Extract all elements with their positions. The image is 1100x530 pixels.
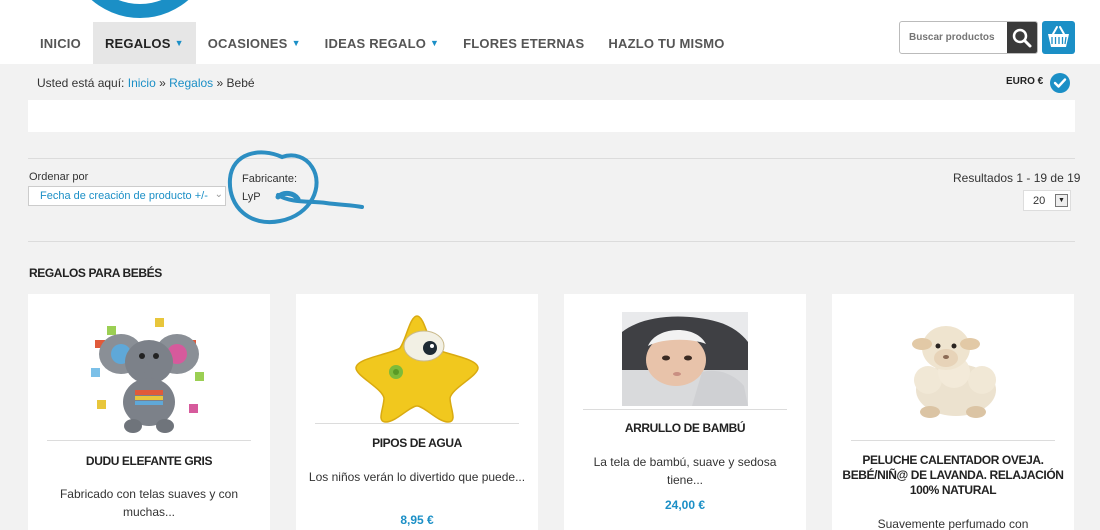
- product-description: La tela de bambú, suave y sedosa tiene..…: [593, 455, 777, 487]
- search-button[interactable]: [1007, 22, 1037, 53]
- annotation-circle: [227, 150, 364, 225]
- nav-label: REGALOS: [104, 35, 171, 51]
- product-card[interactable]: PELUCHE CALENTADOR OVEJA. BEBÉ/NIÑ@ DE L…: [832, 294, 1074, 530]
- product-description: Los niños verán lo divertido que puede..…: [308, 470, 526, 484]
- sheep-plush-image: [912, 326, 996, 418]
- search-input[interactable]: [900, 22, 1007, 53]
- card-divider: [851, 440, 1055, 441]
- product-name[interactable]: DUDU ELEFANTE GRIS: [38, 454, 260, 469]
- product-price: 24,00 €: [664, 498, 706, 512]
- site-header: INICIO REGALOS ▼ OCASIONES ▼ IDEAS REGALO ▼…: [0, 0, 1100, 64]
- limit-value: 20: [1033, 195, 1046, 207]
- breadcrumb-separator: »: [159, 76, 166, 90]
- product-name[interactable]: PIPOS DE AGUA: [306, 436, 528, 451]
- card-divider: [583, 409, 787, 410]
- search-icon: [1012, 28, 1032, 48]
- nav-label: INICIO: [40, 35, 81, 51]
- chevron-down-icon: ▼: [1055, 194, 1068, 207]
- product-card[interactable]: DUDU ELEFANTE GRIS Fabricado con telas s…: [28, 294, 270, 530]
- divider: [28, 158, 1075, 159]
- basket-icon: [1048, 26, 1069, 47]
- product-price: 8,95 €: [400, 513, 434, 527]
- nav-label: FLORES ETERNAS: [463, 35, 585, 51]
- results-count: Resultados 1 - 19 de 19: [953, 171, 1081, 185]
- order-by-select[interactable]: Fecha de creación de producto +/- ⌄: [28, 186, 226, 206]
- product-image[interactable]: [85, 310, 213, 438]
- caret-down-icon: ▼: [174, 38, 184, 48]
- product-name[interactable]: ARRULLO DE BAMBÚ: [574, 421, 796, 436]
- nav-item-ocasiones[interactable]: OCASIONES ▼: [196, 22, 313, 64]
- product-description: Fabricado con telas suaves y con muchas.…: [59, 487, 239, 519]
- nav-item-inicio[interactable]: INICIO: [28, 22, 93, 64]
- breadcrumb-current: Bebé: [226, 76, 255, 90]
- nav-item-regalos[interactable]: REGALOS ▼: [92, 22, 196, 64]
- nav-item-ideas-regalo[interactable]: IDEAS REGALO ▼: [313, 22, 451, 64]
- currency-label: EURO €: [1006, 76, 1044, 87]
- search-box: [899, 21, 1038, 54]
- product-card[interactable]: ARRULLO DE BAMBÚ La tela de bambú, suave…: [564, 294, 806, 530]
- check-circle-icon: [1053, 78, 1067, 88]
- nav-label: OCASIONES: [207, 35, 288, 51]
- order-by-label: Ordenar por: [29, 171, 89, 183]
- card-divider: [47, 440, 251, 441]
- nav-item-hazlo-tu-mismo[interactable]: HAZLO TU MISMO: [596, 22, 736, 64]
- section-title: REGALOS PARA BEBÉS: [29, 266, 162, 280]
- currency-selector[interactable]: [1050, 73, 1070, 93]
- product-image[interactable]: [622, 312, 748, 406]
- product-card[interactable]: PIPOS DE AGUA Los niños verán lo diverti…: [296, 294, 538, 530]
- divider: [28, 241, 1075, 242]
- nav-label: IDEAS REGALO: [324, 35, 427, 51]
- breadcrumb-link-inicio[interactable]: Inicio: [128, 76, 156, 90]
- breadcrumb-link-regalos[interactable]: Regalos: [169, 76, 213, 90]
- product-image[interactable]: [904, 314, 1002, 422]
- limit-select[interactable]: 20 ▼: [1023, 190, 1071, 211]
- nav-label: HAZLO TU MISMO: [608, 35, 725, 51]
- breadcrumb-separator: »: [216, 76, 224, 90]
- main-nav: INICIO REGALOS ▼ OCASIONES ▼ IDEAS REGALO ▼…: [28, 22, 737, 64]
- caret-down-icon: ▼: [291, 38, 301, 48]
- baby-photo-image: [622, 312, 748, 406]
- product-name[interactable]: PELUCHE CALENTADOR OVEJA. BEBÉ/NIÑ@ DE L…: [842, 453, 1064, 498]
- product-description: Suavemente perfumado con: [877, 517, 1029, 530]
- order-by-value: Fecha de creación de producto +/-: [40, 190, 208, 202]
- product-image[interactable]: [350, 310, 484, 426]
- breadcrumb-prefix: Usted está aquí:: [37, 76, 125, 90]
- logo[interactable]: [66, 0, 214, 18]
- nav-item-flores-eternas[interactable]: FLORES ETERNAS: [451, 22, 596, 64]
- caret-down-icon: ▼: [430, 38, 440, 48]
- category-description-panel: [28, 100, 1075, 132]
- elephant-toy-image: [91, 318, 204, 433]
- star-toy-image: [355, 315, 479, 423]
- breadcrumb: Usted está aquí: Inicio » Regalos » Bebé: [37, 76, 255, 90]
- cart-button[interactable]: [1042, 21, 1075, 54]
- card-divider: [315, 423, 519, 424]
